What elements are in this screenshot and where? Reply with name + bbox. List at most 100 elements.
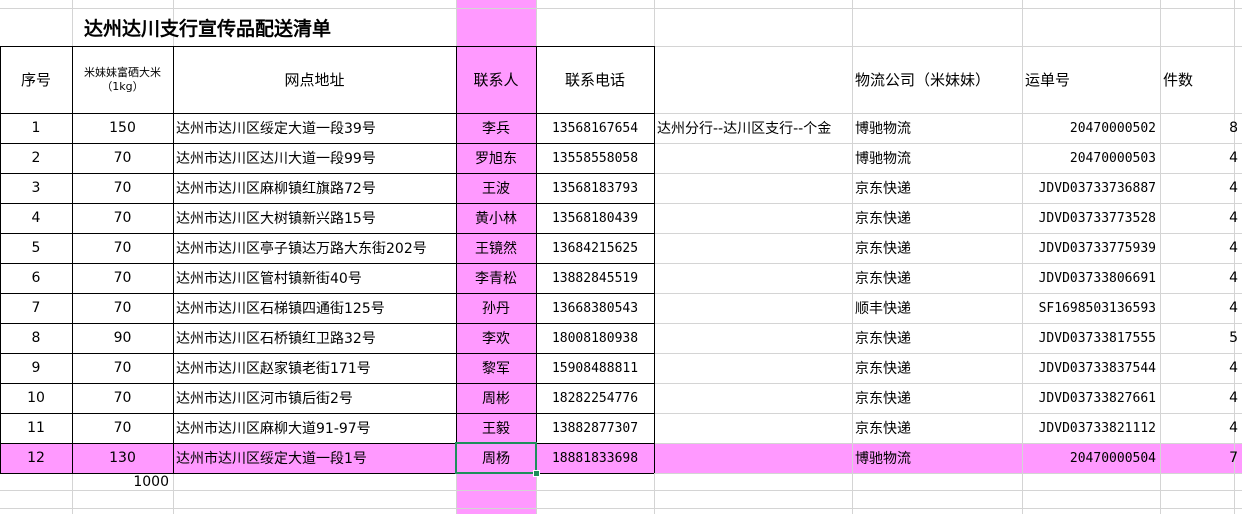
cell-count[interactable]: 4	[1160, 233, 1242, 263]
cell-contact[interactable]: 李欢	[456, 323, 536, 353]
cell-waybill[interactable]: 20470000503	[1022, 143, 1160, 173]
cell-seq[interactable]: 3	[0, 173, 72, 203]
cell-contact[interactable]: 周彬	[456, 383, 536, 413]
cell-logistics[interactable]: 京东快递	[852, 263, 1022, 293]
cell-address[interactable]: 达州市达川区赵家镇老街171号	[173, 353, 456, 383]
cell-note[interactable]	[654, 383, 852, 413]
cell-address[interactable]: 达州市达川区绥定大道一段39号	[173, 113, 456, 143]
cell-logistics[interactable]: 京东快递	[852, 203, 1022, 233]
cell-note[interactable]	[654, 233, 852, 263]
cell-contact[interactable]: 王波	[456, 173, 536, 203]
cell-note[interactable]	[654, 353, 852, 383]
cell-phone[interactable]: 13568183793	[536, 173, 654, 203]
cell-logistics[interactable]: 博驰物流	[852, 443, 1022, 473]
cell-count[interactable]: 4	[1160, 383, 1242, 413]
spreadsheet-grid[interactable]: 达州达川支行宣传品配送清单 序号 米妹妹富硒大米 （1kg） 网点地址 联系人 联系电话 物流…	[0, 0, 1242, 514]
cell-contact[interactable]: 黎军	[456, 353, 536, 383]
cell-count[interactable]: 8	[1160, 113, 1242, 143]
cell-waybill[interactable]: JDVD03733736887	[1022, 173, 1160, 203]
cell-count[interactable]: 4	[1160, 413, 1242, 443]
cell-qty[interactable]: 90	[72, 323, 173, 353]
cell-contact[interactable]: 王毅	[456, 413, 536, 443]
cell-contact[interactable]: 孙丹	[456, 293, 536, 323]
cell-qty[interactable]: 70	[72, 203, 173, 233]
cell-address[interactable]: 达州市达川区亭子镇达万路大东街202号	[173, 233, 456, 263]
cell-count[interactable]: 4	[1160, 263, 1242, 293]
cell-waybill[interactable]: JDVD03733775939	[1022, 233, 1160, 263]
cell-qty[interactable]: 70	[72, 353, 173, 383]
cell-count[interactable]: 7	[1160, 443, 1242, 473]
total-quantity[interactable]: 1000	[72, 473, 173, 490]
cell-logistics[interactable]: 博驰物流	[852, 113, 1022, 143]
cell-address[interactable]: 达州市达川区管村镇新街40号	[173, 263, 456, 293]
cell-waybill[interactable]: JDVD03733827661	[1022, 383, 1160, 413]
header-rice-qty[interactable]: 米妹妹富硒大米 （1kg）	[72, 46, 173, 113]
cell-seq[interactable]: 11	[0, 413, 72, 443]
cell-phone[interactable]: 15908488811	[536, 353, 654, 383]
cell-contact[interactable]: 王镜然	[456, 233, 536, 263]
cell-qty[interactable]: 130	[72, 443, 173, 473]
cell-note[interactable]	[654, 323, 852, 353]
active-cell-selection[interactable]	[455, 442, 537, 474]
cell-seq[interactable]: 2	[0, 143, 72, 173]
cell-seq[interactable]: 8	[0, 323, 72, 353]
cell-contact[interactable]: 黄小林	[456, 203, 536, 233]
cell-address[interactable]: 达州市达川区达川大道一段99号	[173, 143, 456, 173]
cell-waybill[interactable]: 20470000502	[1022, 113, 1160, 143]
cell-seq[interactable]: 12	[0, 443, 72, 473]
cell-phone[interactable]: 13882877307	[536, 413, 654, 443]
cell-waybill[interactable]: JDVD03733817555	[1022, 323, 1160, 353]
cell-logistics[interactable]: 京东快递	[852, 323, 1022, 353]
cell-waybill[interactable]: JDVD03733773528	[1022, 203, 1160, 233]
cell-logistics[interactable]: 京东快递	[852, 383, 1022, 413]
header-phone[interactable]: 联系电话	[536, 46, 654, 113]
cell-seq[interactable]: 4	[0, 203, 72, 233]
cell-address[interactable]: 达州市达川区河市镇后街2号	[173, 383, 456, 413]
cell-seq[interactable]: 6	[0, 263, 72, 293]
cell-waybill[interactable]: SF1698503136593	[1022, 293, 1160, 323]
cell-count[interactable]: 4	[1160, 353, 1242, 383]
cell-qty[interactable]: 70	[72, 233, 173, 263]
cell-contact[interactable]: 李青松	[456, 263, 536, 293]
cell-phone[interactable]: 13684215625	[536, 233, 654, 263]
cell-qty[interactable]: 70	[72, 173, 173, 203]
cell-logistics[interactable]: 顺丰快递	[852, 293, 1022, 323]
cell-qty[interactable]: 70	[72, 293, 173, 323]
cell-phone[interactable]: 13668380543	[536, 293, 654, 323]
cell-logistics[interactable]: 京东快递	[852, 413, 1022, 443]
cell-contact[interactable]: 罗旭东	[456, 143, 536, 173]
cell-address[interactable]: 达州市达川区大树镇新兴路15号	[173, 203, 456, 233]
cell-count[interactable]: 5	[1160, 323, 1242, 353]
cell-logistics[interactable]: 京东快递	[852, 173, 1022, 203]
cell-note[interactable]	[654, 443, 852, 473]
cell-phone[interactable]: 18881833698	[536, 443, 654, 473]
header-logistics[interactable]: 物流公司（米妹妹）	[852, 46, 1022, 113]
header-contact[interactable]: 联系人	[456, 46, 536, 113]
cell-waybill[interactable]: JDVD03733806691	[1022, 263, 1160, 293]
cell-note[interactable]	[654, 173, 852, 203]
cell-qty[interactable]: 70	[72, 383, 173, 413]
cell-phone[interactable]: 13558558058	[536, 143, 654, 173]
header-note[interactable]	[654, 46, 852, 113]
cell-qty[interactable]: 70	[72, 413, 173, 443]
cell-note[interactable]	[654, 203, 852, 233]
cell-address[interactable]: 达州市达川区石梯镇四通街125号	[173, 293, 456, 323]
cell-phone[interactable]: 18008180938	[536, 323, 654, 353]
cell-logistics[interactable]: 博驰物流	[852, 143, 1022, 173]
cell-phone[interactable]: 18282254776	[536, 383, 654, 413]
cell-address[interactable]: 达州市达川区绥定大道一段1号	[173, 443, 456, 473]
cell-seq[interactable]: 7	[0, 293, 72, 323]
cell-count[interactable]: 4	[1160, 143, 1242, 173]
cell-waybill[interactable]: JDVD03733821112	[1022, 413, 1160, 443]
header-seq[interactable]: 序号	[0, 46, 72, 113]
cell-phone[interactable]: 13568180439	[536, 203, 654, 233]
cell-seq[interactable]: 5	[0, 233, 72, 263]
cell-phone[interactable]: 13568167654	[536, 113, 654, 143]
cell-note[interactable]	[654, 143, 852, 173]
cell-seq[interactable]: 1	[0, 113, 72, 143]
selection-fill-handle[interactable]	[533, 470, 540, 477]
cell-address[interactable]: 达州市达川区麻柳大道91-97号	[173, 413, 456, 443]
cell-qty[interactable]: 70	[72, 143, 173, 173]
cell-note[interactable]: 达州分行--达川区支行--个金	[654, 113, 852, 143]
cell-address[interactable]: 达州市达川区麻柳镇红旗路72号	[173, 173, 456, 203]
